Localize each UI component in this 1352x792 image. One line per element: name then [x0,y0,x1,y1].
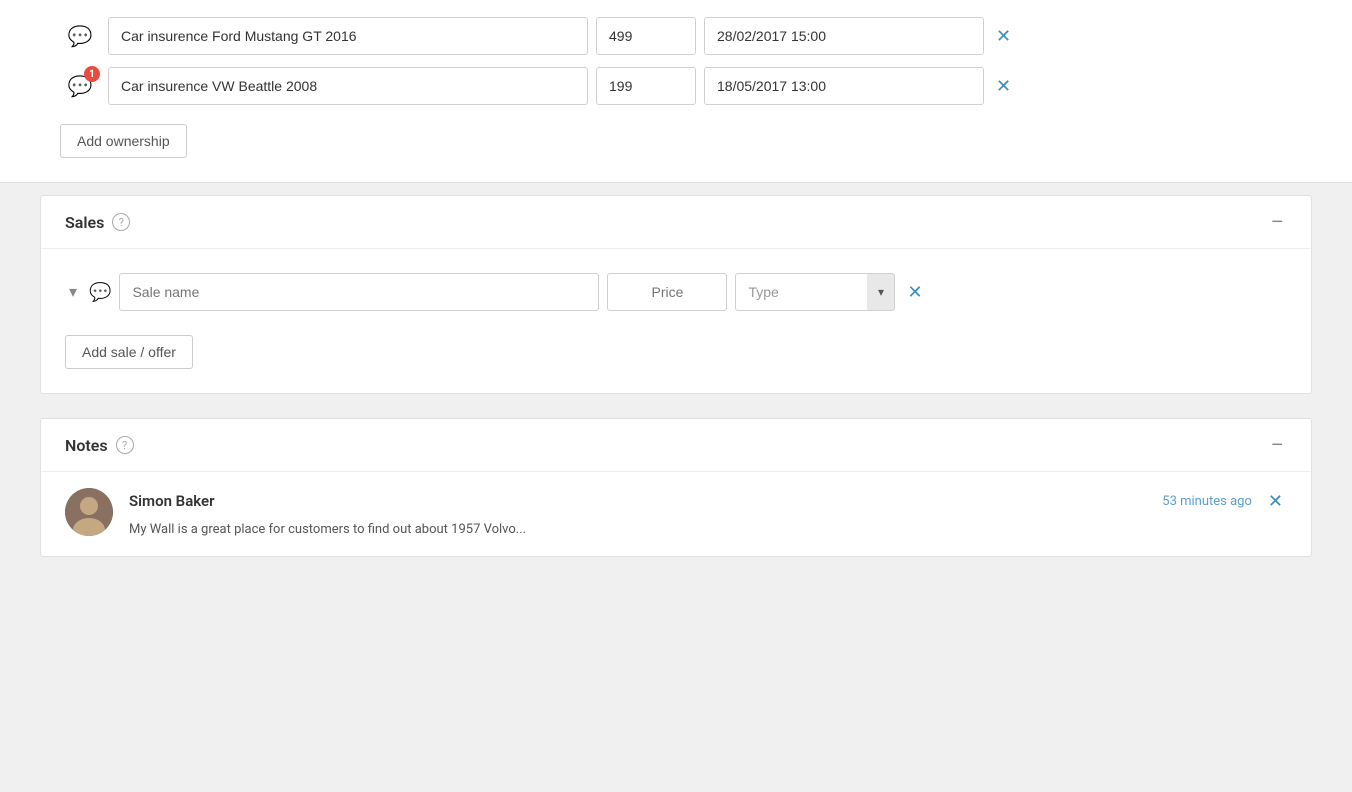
remove-sale-button[interactable]: ✕ [903,279,926,305]
add-sale-button[interactable]: Add sale / offer [65,335,193,369]
comment-badge-2: 1 [84,66,100,82]
remove-ownership-1-button[interactable]: ✕ [992,23,1015,49]
type-dropdown-arrow-button[interactable]: ▾ [867,273,895,311]
add-ownership-button[interactable]: Add ownership [60,124,187,158]
notes-title: Notes [65,436,108,455]
ownership-name-field-1[interactable] [108,17,588,55]
comment-icon-1: 💬 [68,24,93,48]
ownership-row-2: 💬 1 ✕ [60,66,1292,106]
note-row-1: Simon Baker 53 minutes ago ✕ My Wall is … [41,472,1311,556]
avatar-simon [65,488,113,536]
remove-ownership-2-button[interactable]: ✕ [992,73,1015,99]
sales-body: ▾ 💬 Type ▾ ✕ Add sale / offer [41,249,1311,393]
remove-note-button[interactable]: ✕ [1264,488,1287,514]
note-text-simon: My Wall is a great place for customers t… [129,520,1287,540]
sales-section: Sales ? − ▾ 💬 Type ▾ ✕ Add sa [40,195,1312,394]
comment-icon-wrapper-1: 💬 [60,16,100,56]
sale-price-input[interactable] [607,273,727,311]
note-meta-simon: 53 minutes ago ✕ [1162,488,1287,514]
note-content-simon: Simon Baker 53 minutes ago ✕ My Wall is … [129,488,1287,540]
sale-name-input[interactable] [119,273,599,311]
notes-help-icon[interactable]: ? [116,436,134,454]
avatar-image-simon [65,488,113,536]
section-divider-1 [0,183,1352,195]
note-time-simon: 53 minutes ago [1162,494,1252,509]
ownership-row-1: 💬 ✕ [60,16,1292,56]
note-header-simon: Simon Baker 53 minutes ago ✕ [129,488,1287,514]
page-wrapper: 💬 ✕ 💬 1 ✕ Add ownership Sales ? [0,0,1352,792]
sales-title-row: Sales ? [65,213,130,232]
notes-header: Notes ? − [41,419,1311,472]
sale-comment-icon: 💬 [89,282,111,303]
ownership-price-field-2[interactable] [596,67,696,105]
note-author-simon: Simon Baker [129,492,215,510]
sales-title: Sales [65,213,104,232]
ownership-date-field-2[interactable] [704,67,984,105]
sales-help-icon[interactable]: ? [112,213,130,231]
ownership-name-field-2[interactable] [108,67,588,105]
gap-1 [0,394,1352,406]
notes-collapse-button[interactable]: − [1267,435,1287,455]
ownership-section: 💬 ✕ 💬 1 ✕ Add ownership [0,0,1352,183]
sales-header: Sales ? − [41,196,1311,249]
type-dropdown-wrapper: Type ▾ [735,273,895,311]
ownership-price-field-1[interactable] [596,17,696,55]
sales-collapse-button[interactable]: − [1267,212,1287,232]
sale-chevron-button[interactable]: ▾ [65,278,81,306]
ownership-date-field-1[interactable] [704,17,984,55]
notes-section: Notes ? − Simon Baker [40,418,1312,557]
sale-row-1: ▾ 💬 Type ▾ ✕ [65,273,1287,311]
comment-icon-wrapper-2: 💬 1 [60,66,100,106]
notes-title-row: Notes ? [65,436,134,455]
